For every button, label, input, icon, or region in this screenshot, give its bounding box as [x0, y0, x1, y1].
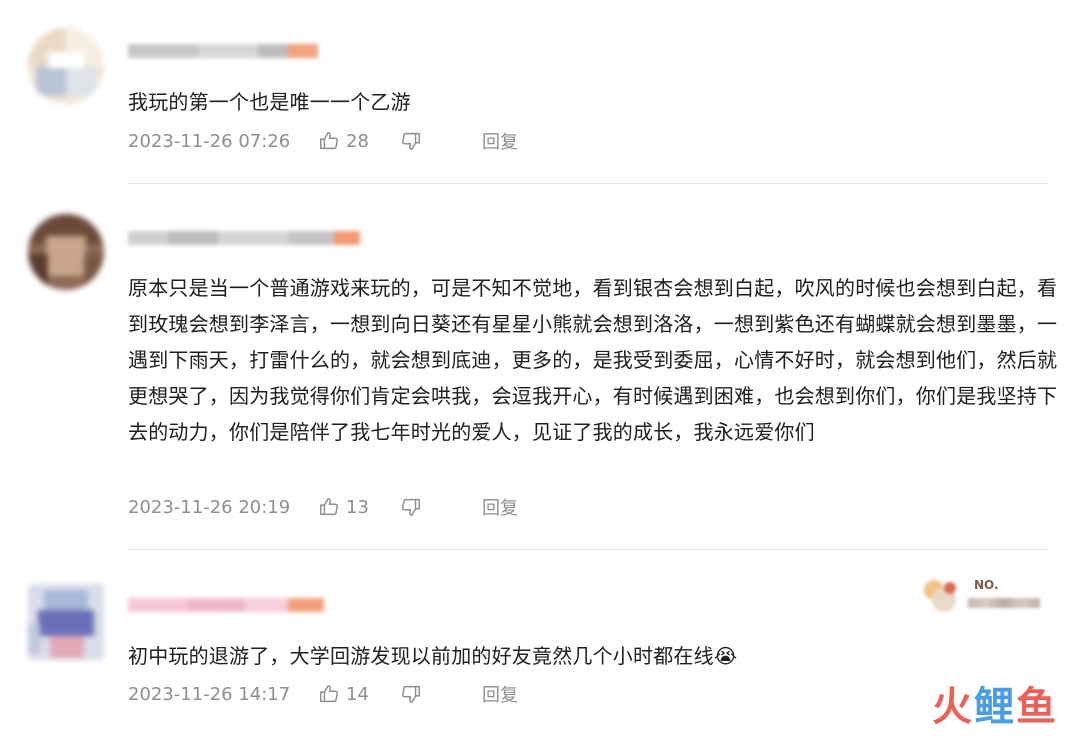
like-count: 13	[346, 496, 369, 518]
watermark-char-1: 火	[932, 684, 974, 730]
comment-text: 初中玩的退游了，大学回游发现以前加的好友竟然几个小时都在线😭	[128, 638, 1058, 674]
like-count: 14	[346, 683, 369, 705]
dislike-button[interactable]	[400, 130, 442, 152]
like-button[interactable]: 13	[318, 496, 400, 518]
watermark-char-3: 鱼	[1016, 684, 1058, 730]
username-blurred[interactable]	[128, 229, 360, 247]
thumbs-down-icon	[402, 498, 420, 516]
comment-divider	[128, 183, 1048, 184]
comment-text: 原本只是当一个普通游戏来玩的，可是不知不觉地，看到银杏会想到白起，吹风的时候也会…	[128, 276, 1058, 444]
crying-emoji: 😭	[713, 644, 738, 668]
comment-meta: 2023-11-26 20:19 13 回复	[128, 493, 518, 521]
thumbs-up-icon	[320, 685, 338, 703]
like-count: 28	[346, 130, 369, 152]
thumbs-up-icon	[320, 498, 338, 516]
dislike-button[interactable]	[400, 496, 442, 518]
user-avatar[interactable]	[28, 28, 104, 104]
reply-button[interactable]: 回复	[482, 681, 518, 707]
site-watermark-logo: 火 鲤 鱼	[932, 674, 1058, 732]
thumbs-down-icon	[402, 685, 420, 703]
thumbs-down-icon	[402, 132, 420, 150]
watermark-char-2: 鲤	[974, 684, 1016, 730]
user-avatar[interactable]	[28, 584, 104, 660]
thumbs-up-icon	[320, 132, 338, 150]
comment-divider	[128, 549, 1048, 550]
sticker-icon	[924, 580, 956, 612]
badge-number-blurred	[968, 598, 1040, 608]
comment-text-body: 初中玩的退游了，大学回游发现以前加的好友竟然几个小时都在线	[128, 644, 714, 668]
reply-button[interactable]: 回复	[482, 128, 518, 154]
username-blurred[interactable]	[128, 42, 318, 60]
comment-time: 2023-11-26 14:17	[128, 683, 291, 705]
badge-label: NO.	[974, 578, 999, 592]
comment-text: 我玩的第一个也是唯一一个乙游	[128, 90, 411, 114]
reply-button[interactable]: 回复	[482, 494, 518, 520]
comment-time: 2023-11-26 07:26	[128, 130, 291, 152]
like-button[interactable]: 28	[318, 130, 400, 152]
username-blurred[interactable]	[128, 596, 324, 614]
like-button[interactable]: 14	[318, 683, 400, 705]
comment-meta: 2023-11-26 14:17 14 回复	[128, 680, 518, 708]
user-avatar[interactable]	[28, 214, 104, 290]
comment-time: 2023-11-26 20:19	[128, 496, 291, 518]
dislike-button[interactable]	[400, 683, 442, 705]
comment-meta: 2023-11-26 07:26 28 回复	[128, 127, 518, 155]
fan-badge: NO.	[918, 572, 1048, 620]
